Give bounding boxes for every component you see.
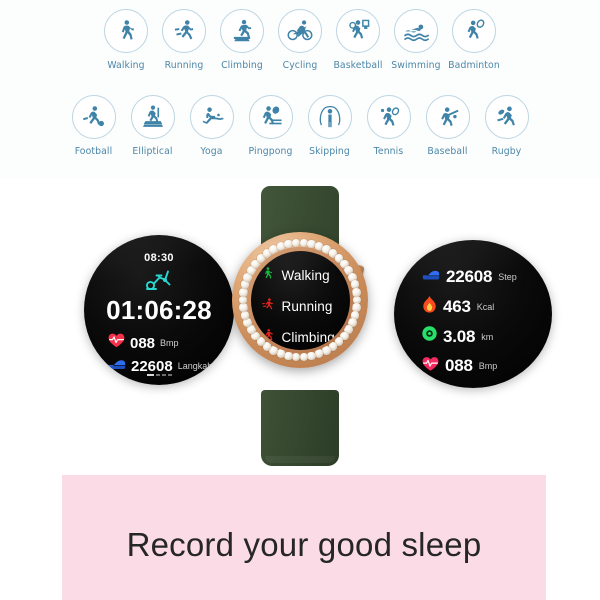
sport-mode-skipping[interactable]: Skipping — [300, 95, 359, 157]
sport-mode-label: Rugby — [491, 146, 522, 157]
sport-mode-climbing[interactable]: Climbing — [213, 9, 271, 71]
page-indicator — [84, 373, 234, 376]
shoe-steps-icon — [422, 266, 440, 287]
sport-mode-option-running[interactable]: Running — [260, 296, 346, 318]
daily-stat-step: 22608 Step — [422, 266, 517, 287]
sport-mode-label: Skipping — [309, 146, 350, 157]
stat-unit: Step — [498, 271, 517, 282]
sport-mode-option-label: Walking — [281, 268, 330, 283]
flame-icon — [422, 295, 437, 318]
sport-mode-option-label: Running — [281, 299, 333, 314]
swimming-icon — [394, 9, 438, 53]
heart-rate-icon — [422, 356, 439, 377]
sport-mode-label: Baseball — [427, 146, 468, 157]
exercise-bike-icon — [84, 267, 234, 291]
stat-unit: Bmp — [160, 338, 179, 348]
sport-mode-cycling[interactable]: Cycling — [271, 9, 329, 71]
sport-mode-list: Walking Running Climbing — [260, 265, 346, 349]
cycling-icon — [278, 9, 322, 53]
sport-mode-label: Tennis — [373, 146, 404, 157]
stat-value: 3.08 — [443, 326, 476, 346]
basketball-icon — [336, 9, 380, 53]
sport-mode-label: Basketball — [333, 60, 383, 71]
sport-mode-option-climbing[interactable]: Climbing — [260, 327, 346, 349]
sport-mode-label: Yoga — [200, 146, 223, 157]
sport-mode-label: Swimming — [391, 60, 441, 71]
sport-mode-label: Elliptical — [132, 146, 173, 157]
sleep-feature-banner: Record your good sleep — [62, 475, 546, 600]
stat-value: 22608 — [446, 266, 493, 286]
banner-headline: Record your good sleep — [126, 525, 482, 563]
yoga-icon — [189, 95, 234, 139]
watch-center-device: Walking Running Climbing — [230, 178, 370, 473]
climbing-icon — [220, 9, 264, 53]
stat-unit: km — [481, 331, 494, 342]
sport-mode-option-label: Climbing — [281, 330, 335, 345]
sport-mode-label: Running — [164, 60, 204, 71]
sport-mode-label: Badminton — [448, 60, 500, 71]
watch-strap-bottom — [261, 390, 339, 466]
watch-left-clock: 08:30 — [144, 252, 174, 264]
location-icon — [422, 326, 437, 347]
sport-mode-running[interactable]: Running — [155, 9, 213, 71]
walking-icon — [260, 265, 275, 287]
watch-left-stat-heart-rate: 088 Bmp — [108, 333, 179, 353]
tennis-icon — [366, 95, 411, 139]
sport-modes-row-2: Football Elliptical Yoga Pingpong Skipping Te… — [0, 95, 600, 157]
stat-value: 463 — [443, 296, 471, 316]
sport-modes-row-1: Walking Running Climbing Cycling Basketball S… — [0, 9, 600, 71]
stat-unit: Bmp — [478, 361, 498, 371]
sport-mode-rugby[interactable]: Rugby — [477, 95, 536, 157]
stat-unit: Kcal — [476, 301, 495, 312]
running-icon — [260, 296, 275, 318]
footprint-icon — [422, 385, 436, 388]
sport-mode-option-walking[interactable]: Walking — [260, 265, 346, 287]
daily-stat-m-min: 126M/min — [422, 385, 517, 388]
sport-mode-label: Cycling — [282, 60, 318, 71]
sport-mode-football[interactable]: Football — [64, 95, 123, 157]
sport-mode-label: Pingpong — [248, 146, 293, 157]
stat-value: 088 — [130, 334, 156, 352]
sport-mode-label: Climbing — [221, 60, 263, 71]
watch-center-sport-menu-screen[interactable]: Walking Running Climbing — [250, 250, 350, 350]
sport-mode-swimming[interactable]: Swimming — [387, 9, 445, 71]
sport-mode-baseball[interactable]: Baseball — [418, 95, 477, 157]
pingpong-icon — [248, 95, 293, 139]
sport-mode-walking[interactable]: Walking — [97, 9, 155, 71]
daily-stats-list: 22608 Step 463 Kcal 3.08 km 088 Bmp 126M/min — [422, 266, 517, 388]
sport-modes-panel: Walking Running Climbing Cycling Basketball S… — [0, 0, 600, 178]
daily-stat-kcal: 463 Kcal — [422, 295, 517, 318]
sport-mode-basketball[interactable]: Basketball — [329, 9, 387, 71]
sport-mode-label: Walking — [107, 60, 145, 71]
sport-mode-badminton[interactable]: Badminton — [445, 9, 503, 71]
watch-bezel: Walking Running Climbing — [232, 232, 368, 368]
daily-stat-bmp: 088 Bmp — [422, 356, 517, 377]
heart-rate-icon — [108, 333, 125, 353]
daily-stat-km: 3.08 km — [422, 326, 517, 347]
running-icon — [162, 9, 206, 53]
sport-mode-yoga[interactable]: Yoga — [182, 95, 241, 157]
sport-mode-label: Football — [74, 146, 113, 157]
watch-left-workout-screen[interactable]: 08:30 01:06:28 088 Bmp 22608 Langkah — [84, 235, 234, 385]
football-icon — [71, 95, 116, 139]
baseball-icon — [425, 95, 470, 139]
elliptical-icon — [130, 95, 175, 139]
badminton-icon — [452, 9, 496, 53]
climbing-icon — [260, 327, 275, 349]
stat-value: 126 — [442, 386, 470, 388]
rugby-icon — [484, 95, 529, 139]
walking-icon — [104, 9, 148, 53]
stat-unit: Langkah — [177, 361, 213, 371]
sport-mode-tennis[interactable]: Tennis — [359, 95, 418, 157]
stat-value: 22608 — [131, 357, 173, 375]
skipping-icon — [307, 95, 352, 139]
watch-showcase: 08:30 01:06:28 088 Bmp 22608 Langkah Wal… — [0, 178, 600, 473]
watch-left-duration: 01:06:28 — [106, 295, 212, 325]
watch-right-stats-screen[interactable]: 22608 Step 463 Kcal 3.08 km 088 Bmp 126M/min — [394, 240, 552, 388]
sport-mode-pingpong[interactable]: Pingpong — [241, 95, 300, 157]
stat-value: 088 — [445, 356, 473, 375]
sport-mode-elliptical[interactable]: Elliptical — [123, 95, 182, 157]
